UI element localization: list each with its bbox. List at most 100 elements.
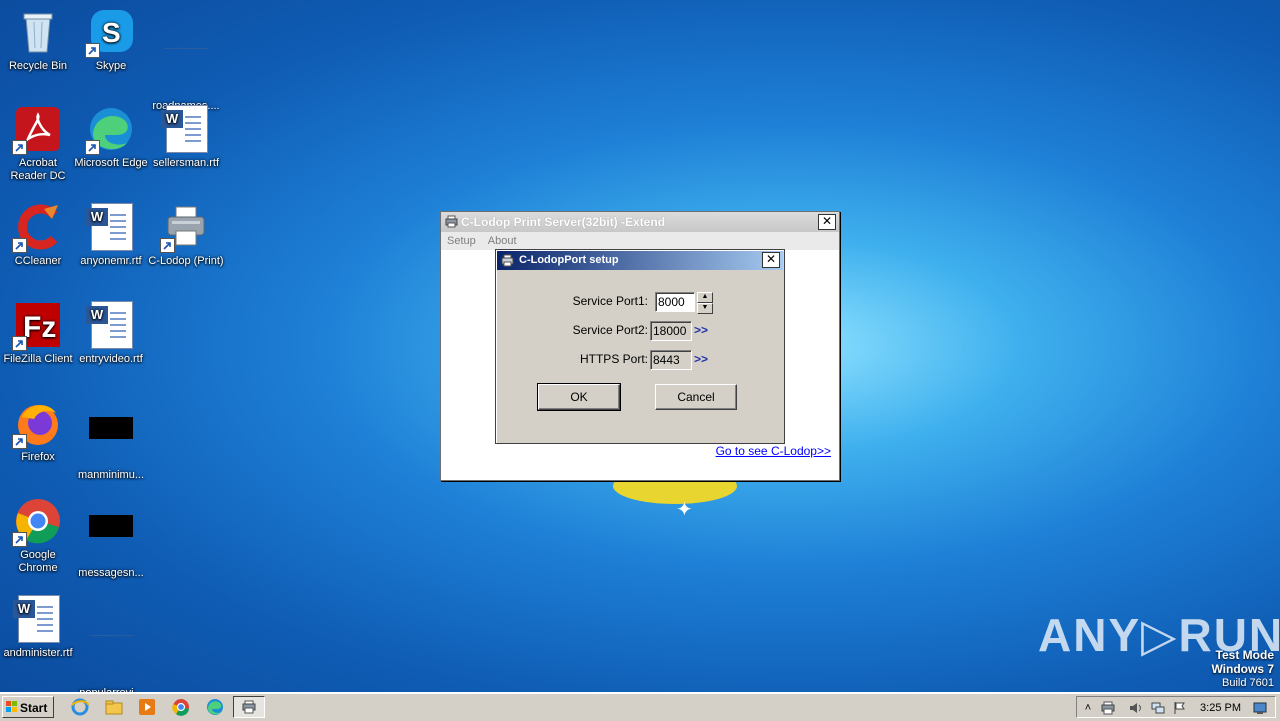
system-tray: ˄ 3:25 PM — [1076, 696, 1276, 718]
anyonemr-rtf-desktop-icon[interactable]: W anyonemr.rtf — [73, 203, 149, 268]
service-port2-more-link[interactable]: >> — [694, 323, 708, 337]
blank-file-icon — [87, 417, 135, 465]
icon-label: entryvideo.rtf — [79, 353, 143, 365]
menu-setup[interactable]: Setup — [447, 235, 476, 247]
entryvideo-rtf-desktop-icon[interactable]: W entryvideo.rtf — [73, 301, 149, 366]
ccleaner-desktop-icon[interactable]: CCleaner — [0, 203, 76, 268]
close-button[interactable]: ✕ — [818, 214, 836, 230]
spin-down-icon[interactable]: ▼ — [697, 303, 713, 314]
volume-icon[interactable] — [1129, 701, 1143, 715]
svg-text:✦: ✦ — [676, 499, 693, 521]
icon-label: FileZilla Client — [3, 353, 73, 365]
printer-icon — [501, 254, 514, 267]
recycle-bin-desktop-icon[interactable]: Recycle Bin — [0, 8, 76, 73]
edge-desktop-icon[interactable]: Microsoft Edge — [73, 105, 149, 170]
icon-label: anyonemr.rtf — [80, 255, 142, 267]
chevron-up-icon[interactable]: ˄ — [1081, 701, 1095, 715]
chrome-icon — [12, 497, 62, 547]
blank-file-icon — [87, 515, 135, 563]
os-info: Test Mode Windows 7 Build 7601 — [1211, 648, 1274, 690]
file-explorer-icon[interactable] — [104, 697, 124, 717]
word-document-icon: W — [86, 301, 135, 349]
chrome-desktop-icon[interactable]: Google Chrome — [0, 497, 76, 575]
show-desktop-icon[interactable] — [1253, 701, 1267, 715]
service-port1-label: Service Port1: — [572, 294, 648, 308]
main-window-title: C-Lodop Print Server(32bit) -Extend — [461, 215, 666, 229]
blank-file-icon — [87, 635, 135, 683]
ok-button[interactable]: OK — [537, 383, 621, 411]
build-label: Build 7601 — [1222, 677, 1274, 689]
taskbar-c-lodop-button[interactable] — [233, 696, 265, 718]
chrome-icon[interactable] — [171, 697, 191, 717]
shortcut-arrow-icon — [12, 532, 27, 547]
icon-label: Acrobat Reader DC — [10, 157, 66, 182]
windows-version-label: Windows 7 — [1211, 662, 1274, 676]
internet-explorer-icon[interactable] — [70, 697, 90, 717]
icon-label: Recycle Bin — [8, 60, 68, 72]
test-mode-label: Test Mode — [1215, 648, 1274, 662]
shortcut-arrow-icon — [12, 140, 27, 155]
start-button[interactable]: Start — [2, 696, 54, 718]
icon-label: sellersman.rtf — [152, 157, 220, 169]
acrobat-desktop-icon[interactable]: Acrobat Reader DC — [0, 105, 76, 183]
andminister-rtf-desktop-icon[interactable]: W andminister.rtf — [0, 595, 76, 660]
https-port-label: HTTPS Port: — [579, 352, 648, 366]
media-player-icon[interactable] — [137, 697, 157, 717]
icon-label: Firefox — [21, 451, 55, 463]
svg-text:S: S — [102, 17, 121, 48]
service-port2-field: 18000 — [650, 321, 692, 341]
taskbar: Start ˄ 3:25 PM — [0, 692, 1280, 721]
icon-label: Microsoft Edge — [74, 157, 148, 169]
recycle-bin-icon — [14, 8, 62, 56]
icon-label: C-Lodop (Print) — [148, 255, 224, 267]
dialog-title: C-LodopPort setup — [519, 254, 619, 266]
messagesn-desktop-icon[interactable]: messagesn... — [73, 497, 149, 580]
icon-label: CCleaner — [14, 255, 62, 267]
roadnames-desktop-icon[interactable]: roadnames.... — [148, 8, 224, 113]
icon-label: Google Chrome — [18, 549, 58, 574]
spin-up-icon[interactable]: ▲ — [697, 292, 713, 303]
service-port1-spinner[interactable]: ▲ ▼ — [697, 292, 713, 314]
word-document-icon: W — [13, 595, 62, 643]
filezilla-desktop-icon[interactable]: Fz FileZilla Client — [0, 301, 76, 366]
blank-file-icon — [162, 48, 210, 96]
icon-label: manminimu... — [77, 469, 145, 481]
icon-label: Skype — [95, 60, 127, 72]
firefox-icon — [12, 399, 62, 449]
printer-icon — [445, 215, 458, 228]
printer-tray-icon[interactable] — [1101, 701, 1115, 715]
c-lodop-desktop-icon[interactable]: C-Lodop (Print) — [148, 203, 224, 268]
skype-icon: S — [85, 8, 135, 58]
printer-icon — [160, 203, 210, 253]
dialog-close-button[interactable]: ✕ — [762, 252, 780, 268]
printer-icon — [242, 700, 256, 714]
manminimu-desktop-icon[interactable]: manminimu... — [73, 399, 149, 482]
word-document-icon: W — [86, 203, 135, 251]
network-icon[interactable] — [1151, 701, 1165, 715]
shortcut-arrow-icon — [12, 434, 27, 449]
https-port-more-link[interactable]: >> — [694, 352, 708, 366]
firefox-desktop-icon[interactable]: Firefox — [0, 399, 76, 464]
service-port1-input[interactable]: 8000 — [655, 292, 695, 312]
cancel-button[interactable]: Cancel — [655, 384, 737, 410]
edge-icon[interactable] — [205, 697, 225, 717]
sellersman-rtf-desktop-icon[interactable]: W sellersman.rtf — [148, 105, 224, 170]
shortcut-arrow-icon — [85, 43, 100, 58]
word-document-icon: W — [161, 105, 210, 153]
go-to-c-lodop-link[interactable]: Go to see C-Lodop>> — [716, 444, 831, 458]
menu-about[interactable]: About — [488, 235, 517, 247]
dialog-titlebar[interactable]: C-LodopPort setup ✕ — [497, 251, 783, 270]
filezilla-icon: Fz — [12, 301, 62, 351]
shortcut-arrow-icon — [160, 238, 175, 253]
windows-logo-icon — [6, 701, 17, 712]
main-window-titlebar[interactable]: C-Lodop Print Server(32bit) -Extend ✕ — [441, 212, 839, 232]
skype-desktop-icon[interactable]: S Skype — [73, 8, 149, 73]
icon-label: andminister.rtf — [3, 647, 73, 659]
shortcut-arrow-icon — [12, 238, 27, 253]
clock[interactable]: 3:25 PM — [1200, 697, 1241, 719]
start-label: Start — [20, 701, 48, 715]
popularrevi-desktop-icon[interactable]: popularrevi... — [73, 595, 149, 700]
shortcut-arrow-icon — [12, 336, 27, 351]
edge-icon — [85, 105, 135, 155]
action-center-flag-icon[interactable] — [1173, 701, 1187, 715]
